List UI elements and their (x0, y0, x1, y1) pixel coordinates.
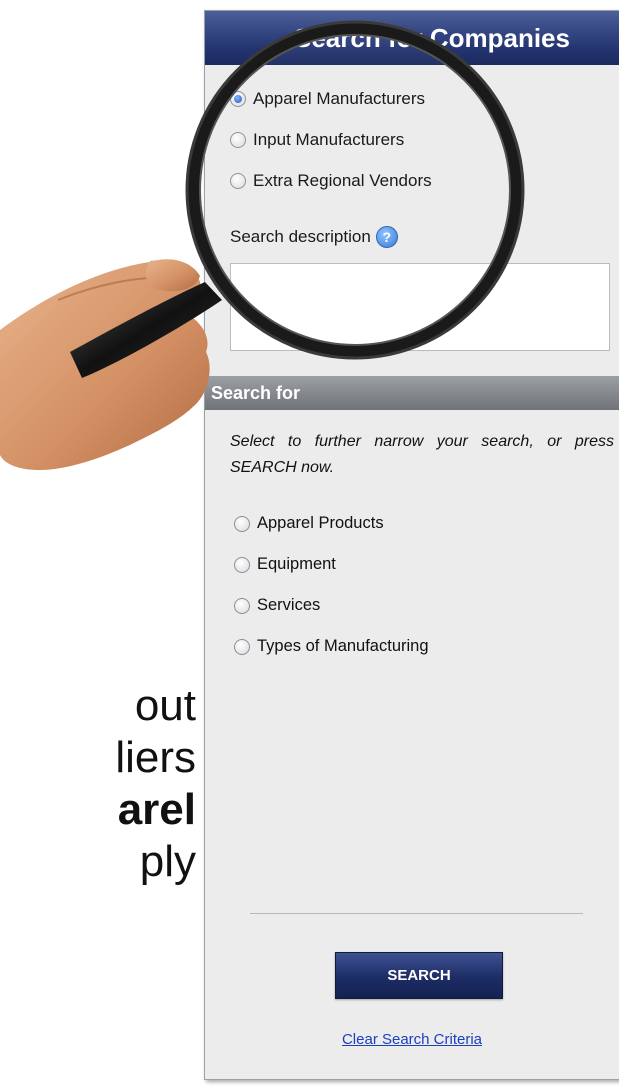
radio-button[interactable] (230, 172, 246, 189)
radio-equipment[interactable]: Equipment (234, 544, 429, 585)
search-button[interactable]: SEARCH (335, 952, 503, 999)
background-text-line: liers (115, 733, 196, 782)
section-title: Search for (205, 376, 619, 410)
search-panel: Search for Companies Apparel Manufacture… (204, 10, 619, 1080)
radio-input-manufacturers[interactable]: Input Manufacturers (230, 119, 432, 160)
background-text: out liers arel ply (0, 680, 196, 888)
radio-button[interactable] (234, 597, 250, 614)
radio-button[interactable] (234, 515, 250, 532)
radio-button[interactable] (230, 131, 246, 148)
background-text-line: ply (139, 837, 196, 886)
radio-label: Input Manufacturers (253, 129, 405, 149)
radio-label: Types of Manufacturing (257, 637, 429, 655)
divider (250, 913, 583, 914)
background-text-line: out (134, 681, 196, 730)
radio-apparel-manufacturers[interactable]: Apparel Manufacturers (230, 78, 432, 119)
filter-group: Apparel Products Equipment Services Type… (234, 503, 429, 667)
radio-button[interactable] (234, 638, 250, 655)
clear-search-criteria-link[interactable]: Clear Search Criteria (205, 1031, 619, 1048)
radio-types-of-manufacturing[interactable]: Types of Manufacturing (234, 626, 429, 667)
background-text-line: arel (117, 785, 196, 834)
panel-title: Search for Companies (205, 11, 619, 65)
search-description-text: Search description (230, 227, 371, 246)
instructions-text: Select to further narrow your search, or… (230, 433, 614, 476)
radio-button[interactable] (234, 556, 250, 573)
radio-label: Apparel Manufacturers (253, 88, 425, 108)
search-description-label: Search description ? (230, 226, 398, 248)
help-icon[interactable]: ? (375, 226, 398, 248)
radio-apparel-products[interactable]: Apparel Products (234, 503, 429, 544)
company-type-group: Apparel Manufacturers Input Manufacturer… (230, 78, 432, 201)
radio-label: Extra Regional Vendors (253, 170, 432, 190)
hand-icon (0, 260, 210, 470)
search-description-input[interactable] (230, 263, 610, 351)
radio-label: Equipment (257, 555, 336, 573)
radio-services[interactable]: Services (234, 585, 429, 626)
radio-extra-regional-vendors[interactable]: Extra Regional Vendors (230, 160, 432, 201)
radio-label: Apparel Products (257, 514, 384, 532)
radio-label: Services (257, 596, 321, 614)
radio-button[interactable] (230, 90, 246, 107)
